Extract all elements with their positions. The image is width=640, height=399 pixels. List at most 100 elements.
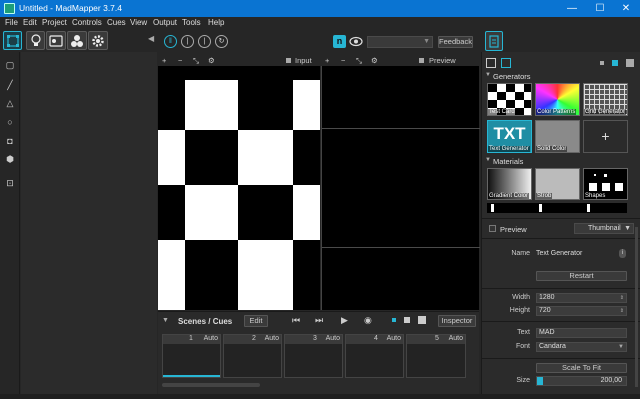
restart-button[interactable]: ↻ bbox=[215, 35, 228, 48]
madmapper-logo-icon[interactable]: n bbox=[333, 35, 346, 48]
media-tool-button[interactable] bbox=[46, 31, 66, 50]
generator-color-patterns[interactable]: Color Patterns bbox=[535, 83, 580, 116]
height-field[interactable]: 720 ⇕ bbox=[536, 306, 627, 316]
menu-tools[interactable]: Tools bbox=[182, 18, 201, 27]
pause-button[interactable]: ǁ bbox=[164, 35, 177, 48]
zoom-out-icon[interactable]: − bbox=[341, 56, 345, 65]
thumbnail-dropdown[interactable]: Thumbnail ▼ bbox=[574, 223, 634, 234]
restart-generator-button[interactable]: Restart bbox=[536, 271, 627, 281]
menu-controls[interactable]: Controls bbox=[72, 18, 102, 27]
generator-label: Test Card bbox=[488, 109, 516, 115]
scale-to-fit-button[interactable]: Scale To Fit bbox=[536, 363, 627, 373]
size-value: 200,00 bbox=[600, 377, 622, 384]
add-circle-icon[interactable]: ○ bbox=[4, 116, 16, 128]
fit-icon[interactable]: ⤡ bbox=[356, 56, 362, 66]
menu-output[interactable]: Output bbox=[153, 18, 177, 27]
scene-mode[interactable]: Auto bbox=[265, 335, 279, 342]
add-triangle-icon[interactable]: △ bbox=[4, 97, 16, 109]
generator-test-card[interactable]: Test Card bbox=[487, 83, 532, 116]
size-slider[interactable]: 200,00 bbox=[536, 376, 627, 386]
thumb-small-icon[interactable] bbox=[600, 61, 604, 65]
maximize-button[interactable]: ☐ bbox=[586, 0, 614, 17]
generator-grid[interactable]: Grid Generator bbox=[583, 83, 628, 116]
scene-cell[interactable]: 4 Auto bbox=[345, 334, 404, 378]
collapse-materials-icon[interactable]: ▼ bbox=[485, 157, 491, 163]
next-cue-icon[interactable]: ⏭ bbox=[315, 315, 323, 326]
add-svg-icon[interactable]: ⊡ bbox=[4, 177, 16, 189]
scene-cell[interactable]: 3 Auto bbox=[284, 334, 343, 378]
stepper-icon[interactable]: ⇕ bbox=[620, 294, 624, 302]
inspector-button[interactable]: Inspector bbox=[438, 315, 476, 327]
eye-icon[interactable] bbox=[349, 36, 363, 47]
minimize-button[interactable]: — bbox=[558, 0, 586, 17]
scene-mode[interactable]: Auto bbox=[449, 335, 463, 342]
test-card-checkerboard bbox=[158, 80, 320, 310]
collapse-generators-icon[interactable]: ▼ bbox=[485, 72, 491, 78]
info-icon[interactable]: i bbox=[619, 249, 626, 258]
input-view-canvas[interactable] bbox=[158, 80, 320, 310]
text-field[interactable]: MAD bbox=[536, 328, 627, 338]
surfaces-tool-button[interactable] bbox=[3, 31, 22, 50]
zoom-in-icon[interactable]: + bbox=[162, 56, 166, 65]
font-dropdown[interactable]: Candara ▼ bbox=[536, 342, 627, 352]
collapse-left-icon[interactable]: ◀ bbox=[148, 34, 154, 43]
fit-icon[interactable]: ⤡ bbox=[193, 56, 199, 66]
menu-view[interactable]: View bbox=[130, 18, 147, 27]
step2-button[interactable]: | bbox=[198, 35, 211, 48]
scene-cell[interactable]: 5 Auto bbox=[406, 334, 466, 378]
thumb-medium-icon[interactable] bbox=[612, 60, 618, 66]
scene-cell[interactable]: 2 Auto bbox=[223, 334, 282, 378]
add-quad-icon[interactable]: ▢ bbox=[4, 59, 16, 71]
document-icon bbox=[489, 35, 499, 48]
view-settings-icon[interactable]: ⚙ bbox=[208, 56, 215, 65]
generator-text[interactable]: TXT Text Generator bbox=[487, 120, 532, 153]
stepper-icon[interactable]: ⇕ bbox=[620, 307, 624, 315]
material-strob[interactable]: Strob bbox=[535, 168, 580, 200]
add-mask-icon[interactable]: ◘ bbox=[4, 135, 16, 147]
menu-help[interactable]: Help bbox=[208, 18, 224, 27]
menu-edit[interactable]: Edit bbox=[23, 18, 37, 27]
input-view-top-strip bbox=[158, 66, 320, 80]
fullscreen-output-button[interactable] bbox=[485, 31, 503, 51]
image-view-icon[interactable] bbox=[501, 58, 511, 68]
lighting-tool-button[interactable] bbox=[26, 31, 45, 50]
modules-tool-button[interactable] bbox=[67, 31, 87, 50]
close-button[interactable]: ✕ bbox=[612, 0, 640, 17]
material-gradient-color[interactable]: Gradient Color bbox=[487, 168, 532, 200]
add-generator-button[interactable]: + bbox=[583, 120, 628, 153]
menu-project[interactable]: Project bbox=[42, 18, 67, 27]
view-settings-icon[interactable]: ⚙ bbox=[371, 56, 378, 65]
width-field[interactable]: 1280 ⇕ bbox=[536, 293, 627, 303]
scenes-scrollbar[interactable] bbox=[162, 383, 260, 387]
add-line-icon[interactable]: ╱ bbox=[4, 79, 16, 91]
material-shapes[interactable]: Shapes bbox=[583, 168, 628, 200]
record-icon[interactable]: ◉ bbox=[364, 315, 372, 326]
view-large-icon[interactable] bbox=[418, 316, 426, 324]
step-button[interactable]: | bbox=[181, 35, 194, 48]
feedback-button[interactable]: Feedback bbox=[438, 36, 473, 48]
previous-cue-icon[interactable]: ⏮ bbox=[292, 315, 300, 326]
scene-cell[interactable]: 1 Auto bbox=[162, 334, 221, 378]
scene-mode[interactable]: Auto bbox=[204, 335, 218, 342]
zoom-in-icon[interactable]: + bbox=[325, 56, 329, 65]
play-icon[interactable]: ▶ bbox=[341, 315, 348, 326]
output-view-canvas[interactable] bbox=[321, 66, 480, 310]
thumb-large-icon[interactable] bbox=[626, 59, 634, 67]
preview-checkbox[interactable] bbox=[489, 225, 496, 232]
left-tool-strip: ▢ ╱ △ ○ ◘ ⬢ ⊡ bbox=[0, 52, 20, 394]
view-small-icon[interactable] bbox=[392, 318, 396, 322]
scene-mode[interactable]: Auto bbox=[387, 335, 401, 342]
generator-solid-color[interactable]: Solid Color bbox=[535, 120, 580, 153]
add-3d-object-icon[interactable]: ⬢ bbox=[4, 153, 16, 165]
menu-cues[interactable]: Cues bbox=[107, 18, 126, 27]
collapse-scenes-icon[interactable]: ▼ bbox=[162, 317, 169, 324]
scene-mode[interactable]: Auto bbox=[326, 335, 340, 342]
inspector-scrollbar[interactable] bbox=[635, 227, 638, 387]
output-dropdown[interactable]: ▼ bbox=[367, 36, 433, 48]
settings-tool-button[interactable] bbox=[88, 31, 108, 50]
scenes-edit-button[interactable]: Edit bbox=[244, 315, 268, 327]
library-view-icon[interactable] bbox=[486, 58, 496, 68]
zoom-out-icon[interactable]: − bbox=[178, 56, 182, 65]
menu-file[interactable]: File bbox=[5, 18, 18, 27]
view-medium-icon[interactable] bbox=[404, 317, 410, 323]
